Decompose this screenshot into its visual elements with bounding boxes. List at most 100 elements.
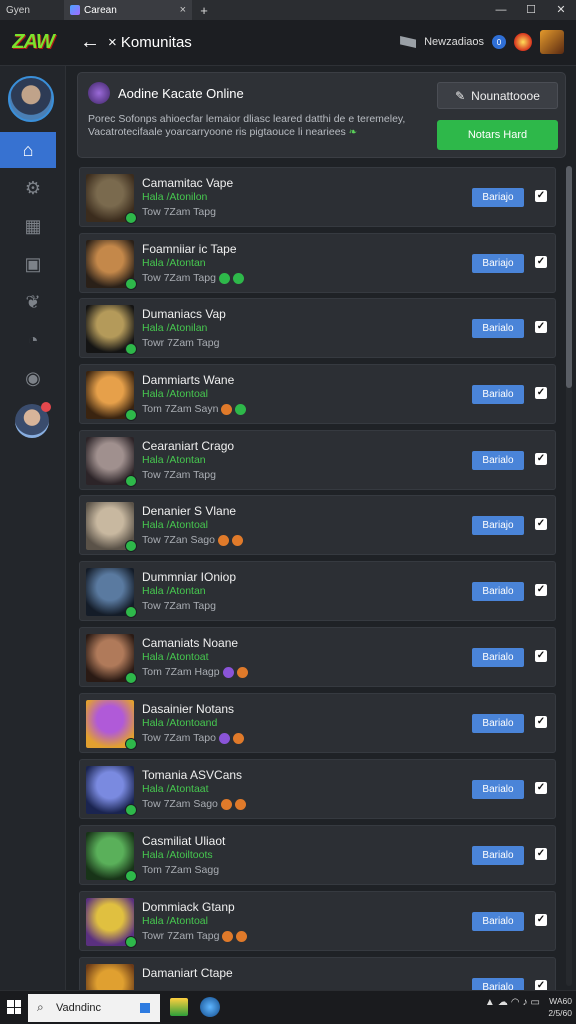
maximize-button[interactable]: ☐ xyxy=(516,0,546,20)
leaf-icon[interactable]: ❦ xyxy=(0,284,66,320)
profile-avatar[interactable] xyxy=(540,30,564,54)
game-avatar[interactable] xyxy=(86,240,137,290)
list-item[interactable]: Dumaniacs Vap Hala /Atonilan Towr 7Zam Tap… xyxy=(79,298,556,358)
megaphone-icon[interactable] xyxy=(400,36,417,48)
list-item[interactable]: Denanier S Vlane Hala /Atontoal Tow 7Zan S… xyxy=(79,495,556,555)
member-name[interactable]: Damaniart Ctape xyxy=(142,966,233,980)
gem-icon[interactable] xyxy=(514,33,532,51)
action-button[interactable]: Bariajo xyxy=(472,188,524,207)
user-avatar[interactable] xyxy=(8,76,54,122)
select-checkbox[interactable]: ✓ xyxy=(535,321,547,333)
game-avatar[interactable] xyxy=(86,832,137,882)
notifications-label[interactable]: Newzadiaos xyxy=(424,36,484,48)
shield-icon[interactable]: ◉ xyxy=(0,360,66,396)
home-icon[interactable]: ⌂ xyxy=(0,132,56,168)
secondary-button[interactable]: ✎ Nounattoooe xyxy=(437,82,558,109)
game-avatar[interactable] xyxy=(86,766,137,816)
select-checkbox[interactable]: ✓ xyxy=(535,190,547,202)
list-item[interactable]: Cearaniart Crago Hala /Atontan Tow 7Zam Ta… xyxy=(79,430,556,490)
onedrive-icon[interactable]: ☁ xyxy=(498,997,508,1008)
select-checkbox[interactable]: ✓ xyxy=(535,650,547,662)
game-avatar[interactable] xyxy=(86,502,137,552)
list-item[interactable]: Camaniats Noane Hala /Atontoat Tom 7Zam Ha… xyxy=(79,627,556,687)
game-avatar[interactable] xyxy=(86,437,137,487)
primary-button[interactable]: Notars Hard xyxy=(437,120,558,150)
list-item[interactable]: Dommiack Gtanp Hala /Atontoal Towr 7Zam Ta… xyxy=(79,891,556,951)
member-name[interactable]: Camaniats Noane xyxy=(142,636,238,650)
minimize-button[interactable]: — xyxy=(486,0,516,20)
select-checkbox[interactable]: ✓ xyxy=(535,387,547,399)
member-name[interactable]: Dummniar IOniop xyxy=(142,570,236,584)
list-item[interactable]: Tomania ASVCans Hala /Atontaat Tow 7Zam Sa… xyxy=(79,759,556,819)
member-name[interactable]: Foamniiar ic Tape xyxy=(142,242,237,256)
game-avatar[interactable] xyxy=(86,568,137,618)
windows-start-icon[interactable] xyxy=(7,1000,21,1014)
action-button[interactable]: Barialo xyxy=(472,846,524,865)
member-name[interactable]: Casmiliat Uliaot xyxy=(142,834,225,848)
select-checkbox[interactable]: ✓ xyxy=(535,584,547,596)
list-item[interactable]: Damaniart Ctape Barialo ✓ xyxy=(79,957,556,990)
member-name[interactable]: Dommiack Gtanp xyxy=(142,900,235,914)
game-avatar[interactable] xyxy=(86,371,137,421)
list-item[interactable]: Dummniar IOniop Hala /Atontan Tow 7Zam Tap… xyxy=(79,561,556,621)
new-tab-button[interactable]: + xyxy=(192,3,216,18)
file-explorer-icon[interactable] xyxy=(170,998,188,1016)
friend-avatar[interactable] xyxy=(15,402,51,438)
action-button[interactable]: Bariajo xyxy=(472,516,524,535)
close-window-button[interactable]: ✕ xyxy=(546,0,576,20)
select-checkbox[interactable]: ✓ xyxy=(535,980,547,990)
select-checkbox[interactable]: ✓ xyxy=(535,256,547,268)
member-name[interactable]: Denanier S Vlane xyxy=(142,504,236,518)
list-item[interactable]: Dammiarts Wane Hala /Atontoal Tom 7Zam Say… xyxy=(79,364,556,424)
back-arrow-icon[interactable]: ← xyxy=(80,31,100,54)
wifi-icon[interactable]: ◠ xyxy=(511,997,520,1008)
select-checkbox[interactable]: ✓ xyxy=(535,914,547,926)
action-button[interactable]: Barialo xyxy=(472,912,524,931)
map-icon[interactable]: ▦ xyxy=(0,208,66,244)
member-name[interactable]: Dammiarts Wane xyxy=(142,373,234,387)
game-avatar[interactable] xyxy=(86,898,137,948)
taskbar-search[interactable]: ⌕ Vadndinc xyxy=(28,994,160,1022)
action-button[interactable]: Barialo xyxy=(472,780,524,799)
action-button[interactable]: Bariajo xyxy=(472,254,524,273)
game-avatar[interactable] xyxy=(86,700,137,750)
close-tab-icon[interactable]: × xyxy=(180,4,186,16)
list-item[interactable]: Casmiliat Uliaot Hala /Atoiltoots Tom 7Zam… xyxy=(79,825,556,885)
member-name[interactable]: Dumaniacs Vap xyxy=(142,307,226,321)
settings-gear-icon[interactable]: ⚙ xyxy=(0,170,66,206)
member-name[interactable]: Dasainier Notans xyxy=(142,702,234,716)
game-avatar[interactable] xyxy=(86,634,137,684)
browser-tab-active[interactable]: Carean × xyxy=(64,0,192,20)
select-checkbox[interactable]: ✓ xyxy=(535,453,547,465)
chat-icon[interactable]: ◔ xyxy=(0,322,66,358)
select-checkbox[interactable]: ✓ xyxy=(535,782,547,794)
action-button[interactable]: Barialo xyxy=(472,451,524,470)
battery-icon[interactable]: ▭ xyxy=(531,997,540,1008)
action-button[interactable]: Barialo xyxy=(472,385,524,404)
select-checkbox[interactable]: ✓ xyxy=(535,716,547,728)
list-item[interactable]: Foamniiar ic Tape Hala /Atontan Tow 7Zam T… xyxy=(79,233,556,293)
game-avatar[interactable] xyxy=(86,174,137,224)
member-name[interactable]: Tomania ASVCans xyxy=(142,768,242,782)
scrollbar-thumb[interactable] xyxy=(566,166,572,388)
inbox-icon[interactable]: ▣ xyxy=(0,246,66,282)
action-button[interactable]: Barialo xyxy=(472,582,524,601)
browser-tab[interactable]: Gyen xyxy=(0,0,64,20)
select-checkbox[interactable]: ✓ xyxy=(535,518,547,530)
app-logo[interactable]: ZAW xyxy=(0,20,66,66)
member-name[interactable]: Camamitac Vape xyxy=(142,176,233,190)
member-name[interactable]: Cearaniart Crago xyxy=(142,439,234,453)
browser-app-icon[interactable] xyxy=(200,997,220,1017)
select-checkbox[interactable]: ✓ xyxy=(535,848,547,860)
game-avatar[interactable] xyxy=(86,305,137,355)
action-button[interactable]: Barialo xyxy=(472,319,524,338)
list-item[interactable]: Camamitac Vape Hala /Atonilon Tow 7Zam Tap… xyxy=(79,167,556,227)
alert-icon[interactable]: ▲ xyxy=(485,997,495,1008)
action-button[interactable]: Barialo xyxy=(472,978,524,990)
action-button[interactable]: Barialo xyxy=(472,714,524,733)
volume-icon[interactable]: ♪ xyxy=(523,997,528,1008)
taskbar-clock[interactable]: WA60 2/5/60 xyxy=(548,995,572,1019)
action-button[interactable]: Barialo xyxy=(472,648,524,667)
game-avatar[interactable] xyxy=(86,964,134,990)
list-item[interactable]: Dasainier Notans Hala /Atontoand Tow 7Zam … xyxy=(79,693,556,753)
